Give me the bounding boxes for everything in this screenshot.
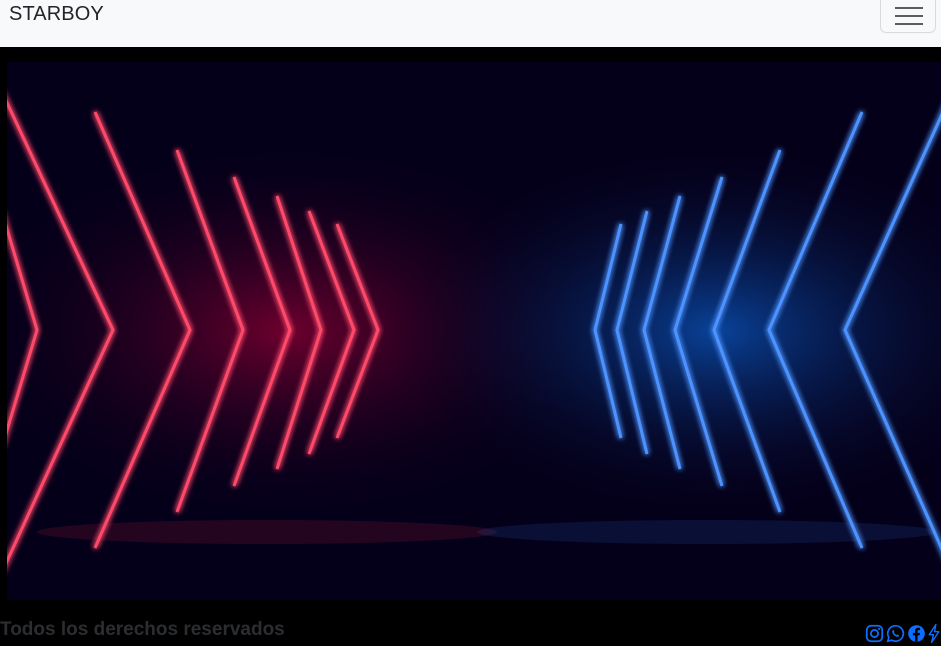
neon-corridor-graphic xyxy=(7,62,941,600)
lightning-link[interactable] xyxy=(928,624,941,644)
hamburger-menu-icon xyxy=(895,7,923,25)
brand-link[interactable]: STARBOY xyxy=(9,3,104,26)
instagram-icon xyxy=(865,624,884,643)
hero-image xyxy=(7,62,941,600)
navbar-toggler-button[interactable] xyxy=(880,0,936,33)
social-links xyxy=(865,624,941,644)
navbar: STARBOY xyxy=(0,0,941,47)
whatsapp-link[interactable] xyxy=(886,624,905,644)
facebook-icon xyxy=(908,625,925,642)
footer: Todos los derechos reservados xyxy=(0,600,941,646)
instagram-link[interactable] xyxy=(865,624,884,644)
lightning-icon xyxy=(928,624,940,643)
facebook-link[interactable] xyxy=(907,624,926,644)
whatsapp-icon xyxy=(886,624,905,643)
copyright-text: Todos los derechos reservados xyxy=(0,619,285,640)
